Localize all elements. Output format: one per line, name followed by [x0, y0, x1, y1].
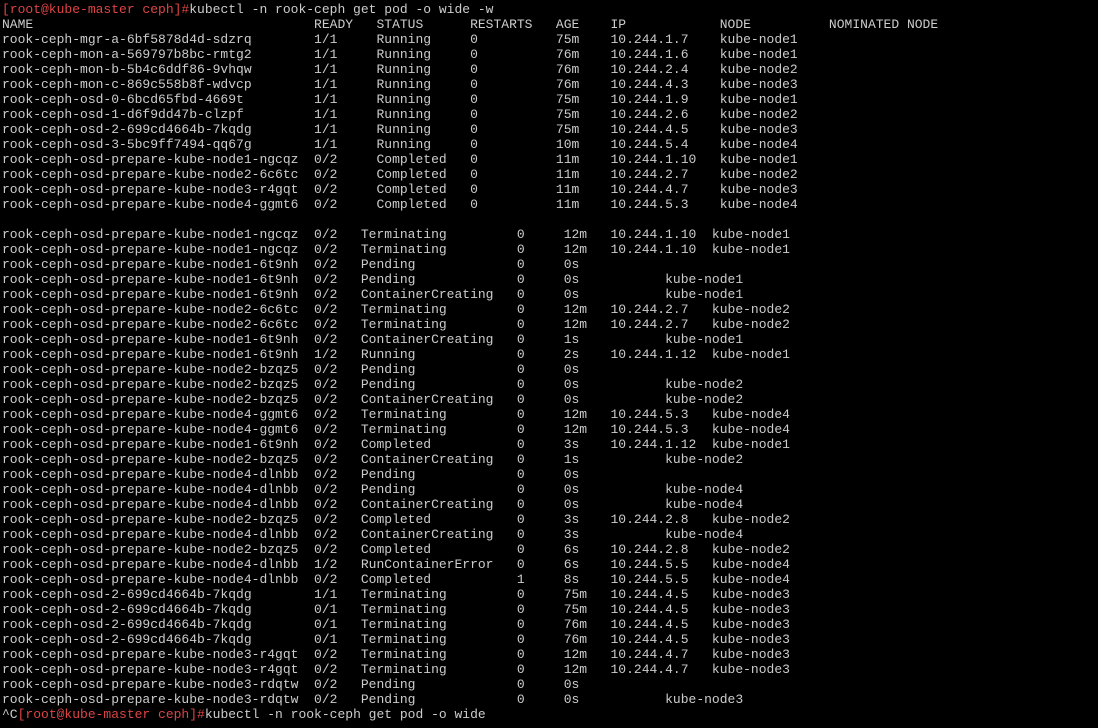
- pod-watch-row: rook-ceph-osd-prepare-kube-node1-6t9nh 0…: [2, 332, 1096, 347]
- pod-watch-row: rook-ceph-osd-prepare-kube-node4-dlnbb 0…: [2, 527, 1096, 542]
- pod-watch-row: rook-ceph-osd-2-699cd4664b-7kqdg 1/1 Ter…: [2, 587, 1096, 602]
- pod-watch-row: rook-ceph-osd-prepare-kube-node4-dlnbb 1…: [2, 557, 1096, 572]
- blank-line: [2, 212, 1096, 227]
- pod-row: rook-ceph-osd-prepare-kube-node1-ngcqz 0…: [2, 152, 1096, 167]
- pod-row: rook-ceph-osd-prepare-kube-node2-6c6tc 0…: [2, 167, 1096, 182]
- pod-watch-row: rook-ceph-osd-prepare-kube-node4-dlnbb 0…: [2, 497, 1096, 512]
- pod-watch-row: rook-ceph-osd-prepare-kube-node1-6t9nh 0…: [2, 437, 1096, 452]
- pod-row: rook-ceph-mon-c-869c558b8f-wdvcp 1/1 Run…: [2, 77, 1096, 92]
- pod-watch-row: rook-ceph-osd-prepare-kube-node1-6t9nh 0…: [2, 257, 1096, 272]
- pod-row: rook-ceph-mon-a-569797b8bc-rmtg2 1/1 Run…: [2, 47, 1096, 62]
- pod-watch-row: rook-ceph-osd-prepare-kube-node2-bzqz5 0…: [2, 392, 1096, 407]
- prompt-userhost: [root@kube-master ceph]#: [2, 2, 189, 17]
- pod-watch-row: rook-ceph-osd-prepare-kube-node4-ggmt6 0…: [2, 407, 1096, 422]
- pod-watch-row: rook-ceph-osd-prepare-kube-node2-bzqz5 0…: [2, 377, 1096, 392]
- pod-watch-row: rook-ceph-osd-prepare-kube-node3-rdqtw 0…: [2, 692, 1096, 707]
- pod-watch-row: rook-ceph-osd-prepare-kube-node4-ggmt6 0…: [2, 422, 1096, 437]
- interrupt-prefix: ^C: [2, 707, 18, 722]
- pod-watch-row: rook-ceph-osd-prepare-kube-node2-bzqz5 0…: [2, 542, 1096, 557]
- pod-watch-row: rook-ceph-osd-prepare-kube-node1-6t9nh 0…: [2, 287, 1096, 302]
- pod-watch-row: rook-ceph-osd-prepare-kube-node1-ngcqz 0…: [2, 227, 1096, 242]
- pod-row: rook-ceph-osd-0-6bcd65fbd-4669t 1/1 Runn…: [2, 92, 1096, 107]
- pod-watch-row: rook-ceph-osd-prepare-kube-node3-r4gqt 0…: [2, 647, 1096, 662]
- prompt-command: kubectl -n rook-ceph get pod -o wide -w: [189, 2, 493, 17]
- pod-watch-row: rook-ceph-osd-prepare-kube-node2-6c6tc 0…: [2, 317, 1096, 332]
- pod-watch-row: rook-ceph-osd-prepare-kube-node1-6t9nh 0…: [2, 272, 1096, 287]
- pod-watch-row: rook-ceph-osd-prepare-kube-node4-dlnbb 0…: [2, 467, 1096, 482]
- prompt-command: kubectl -n rook-ceph get pod -o wide: [205, 707, 486, 722]
- pod-row: rook-ceph-osd-1-d6f9dd47b-clzpf 1/1 Runn…: [2, 107, 1096, 122]
- prompt-line-1: [root@kube-master ceph]#kubectl -n rook-…: [2, 2, 1096, 17]
- terminal-output[interactable]: [root@kube-master ceph]#kubectl -n rook-…: [2, 2, 1096, 722]
- pod-watch-row: rook-ceph-osd-2-699cd4664b-7kqdg 0/1 Ter…: [2, 602, 1096, 617]
- pod-row: rook-ceph-osd-3-5bc9ff7494-qq67g 1/1 Run…: [2, 137, 1096, 152]
- pod-watch-row: rook-ceph-osd-prepare-kube-node4-dlnbb 0…: [2, 482, 1096, 497]
- pod-watch-row: rook-ceph-osd-prepare-kube-node2-bzqz5 0…: [2, 452, 1096, 467]
- pod-watch-row: rook-ceph-osd-prepare-kube-node1-ngcqz 0…: [2, 242, 1096, 257]
- pod-row: rook-ceph-mon-b-5b4c6ddf86-9vhqw 1/1 Run…: [2, 62, 1096, 77]
- pod-watch-row: rook-ceph-osd-prepare-kube-node3-rdqtw 0…: [2, 677, 1096, 692]
- pod-row: rook-ceph-mgr-a-6bf5878d4d-sdzrq 1/1 Run…: [2, 32, 1096, 47]
- pod-watch-row: rook-ceph-osd-prepare-kube-node2-bzqz5 0…: [2, 362, 1096, 377]
- pod-watch-row: rook-ceph-osd-2-699cd4664b-7kqdg 0/1 Ter…: [2, 617, 1096, 632]
- pod-row: rook-ceph-osd-prepare-kube-node4-ggmt6 0…: [2, 197, 1096, 212]
- pod-row: rook-ceph-osd-prepare-kube-node3-r4gqt 0…: [2, 182, 1096, 197]
- prompt-line-2: ^C[root@kube-master ceph]#kubectl -n roo…: [2, 707, 1096, 722]
- table-header: NAME READY STATUS RESTARTS AGE IP NODE N…: [2, 17, 1096, 32]
- pod-watch-row: rook-ceph-osd-prepare-kube-node2-bzqz5 0…: [2, 512, 1096, 527]
- pod-watch-row: rook-ceph-osd-prepare-kube-node4-dlnbb 0…: [2, 572, 1096, 587]
- pod-watch-row: rook-ceph-osd-prepare-kube-node1-6t9nh 1…: [2, 347, 1096, 362]
- pod-row: rook-ceph-osd-2-699cd4664b-7kqdg 1/1 Run…: [2, 122, 1096, 137]
- pod-watch-row: rook-ceph-osd-2-699cd4664b-7kqdg 0/1 Ter…: [2, 632, 1096, 647]
- prompt-userhost: [root@kube-master ceph]#: [18, 707, 205, 722]
- pod-watch-row: rook-ceph-osd-prepare-kube-node3-r4gqt 0…: [2, 662, 1096, 677]
- pod-watch-row: rook-ceph-osd-prepare-kube-node2-6c6tc 0…: [2, 302, 1096, 317]
